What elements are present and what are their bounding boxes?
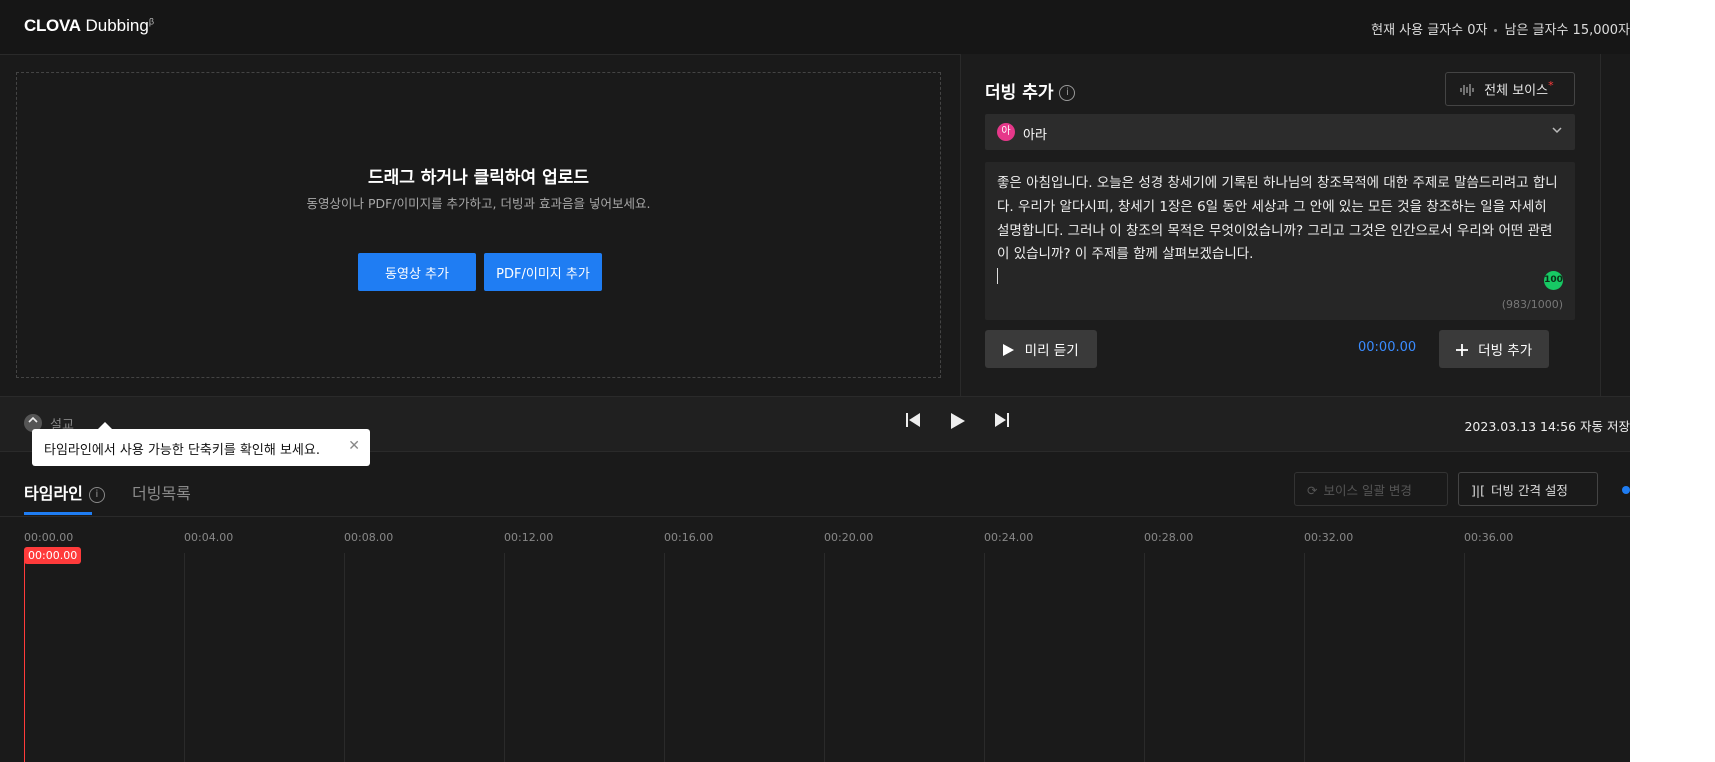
tick-label: 00:04.00	[184, 531, 234, 544]
upload-description: 동영상이나 PDF/이미지를 추가하고, 더빙과 효과음을 넣어보세요.	[306, 196, 651, 211]
timeline-info-icon[interactable]: i	[88, 486, 105, 503]
voice-select-dropdown[interactable]: 아 아라	[985, 114, 1575, 150]
dub-script-textarea[interactable]: 좋은 아침입니다. 오늘은 성경 창세기에 기록된 하나님의 창조목적에 대한 …	[985, 162, 1575, 320]
timeline-gridline	[984, 553, 985, 762]
active-tab-indicator	[24, 512, 92, 515]
clova-dubbing-logo[interactable]: CLOVA Dubbingβ	[24, 16, 154, 36]
usage-current: 현재 사용 글자수 0자	[1371, 23, 1488, 38]
top-header: CLOVA Dubbingβ 현재 사용 글자수 0자 남은 글자수 15,000…	[0, 0, 1630, 55]
preview-listen-button[interactable]: 미리 듣기	[985, 330, 1097, 368]
waveform-icon	[1460, 83, 1478, 99]
add-pdf-image-button[interactable]: PDF/이미지 추가	[484, 253, 602, 291]
timeline-gridline	[1144, 553, 1145, 762]
character-usage: 현재 사용 글자수 0자 남은 글자수 15,000자	[1371, 19, 1630, 38]
voice-avatar: 아	[997, 123, 1015, 141]
autosave-status: 2023.03.13 14:56 자동 저장	[1464, 419, 1630, 434]
skip-next-icon[interactable]	[995, 412, 1009, 433]
dub-duration: 00:00.00	[1358, 340, 1417, 355]
voice-bulk-change-button[interactable]: ⟳ 보이스 일괄 변경	[1294, 472, 1448, 506]
timeline-area[interactable]: 00:00.00 00:04.00 00:08.00 00:12.00 00:1…	[0, 517, 1630, 762]
text-cursor	[997, 268, 998, 284]
playhead-time-badge[interactable]: 00:00.00	[24, 547, 82, 564]
logo-beta: β	[148, 16, 154, 27]
play-pause-icon[interactable]	[950, 412, 966, 435]
tick-label: 00:12.00	[504, 531, 554, 544]
all-voice-required-mark: *	[1548, 79, 1554, 93]
close-icon[interactable]: ✕	[348, 438, 360, 454]
upload-title: 드래그 하거나 클릭하여 업로드	[367, 168, 590, 188]
refresh-icon: ⟳	[1307, 482, 1318, 498]
notification-dot	[1622, 486, 1630, 494]
add-dub-button[interactable]: 더빙 추가	[1439, 330, 1549, 368]
chevron-down-icon	[1551, 124, 1563, 139]
all-voice-button[interactable]: 전체 보이스*	[1445, 72, 1575, 106]
separator-dot	[1494, 29, 1498, 32]
shortcut-tooltip: 타임라인에서 사용 가능한 단축키를 확인해 보세요. ✕	[32, 422, 370, 466]
usage-remaining: 남은 글자수 15,000자	[1504, 23, 1630, 38]
plus-icon	[1455, 343, 1478, 359]
tick-label: 00:36.00	[1464, 531, 1514, 544]
timeline-gridline	[1304, 553, 1305, 762]
tick-label: 00:08.00	[344, 531, 394, 544]
tick-label: 00:24.00	[984, 531, 1034, 544]
add-video-button[interactable]: 동영상 추가	[358, 253, 476, 291]
tab-timeline[interactable]: 타임라인 i	[24, 480, 105, 504]
playhead-line[interactable]	[24, 553, 25, 762]
upload-dropzone[interactable]: 드래그 하거나 클릭하여 업로드 동영상이나 PDF/이미지를 추가하고, 더빙…	[16, 72, 941, 378]
dub-interval-label: 더빙 간격 설정	[1490, 482, 1568, 498]
timeline-gridline	[504, 553, 505, 762]
timeline-gridline	[824, 553, 825, 762]
timeline-gridline	[184, 553, 185, 762]
voice-bulk-change-label: 보이스 일괄 변경	[1323, 482, 1412, 498]
tab-timeline-label: 타임라인	[24, 484, 83, 503]
tooltip-text: 타임라인에서 사용 가능한 단축키를 확인해 보세요.	[44, 443, 320, 458]
timeline-gridline	[664, 553, 665, 762]
dub-add-title-text: 더빙 추가	[985, 83, 1054, 103]
dub-interval-settings-button[interactable]: ]|[ 더빙 간격 설정	[1458, 472, 1598, 506]
tick-label: 00:20.00	[824, 531, 874, 544]
preview-listen-label: 미리 듣기	[1024, 343, 1079, 359]
timeline-gridline	[344, 553, 345, 762]
all-voice-label: 전체 보이스	[1484, 83, 1549, 99]
info-icon[interactable]: i	[1059, 85, 1076, 101]
app-window: CLOVA Dubbingβ 현재 사용 글자수 0자 남은 글자수 15,000…	[0, 0, 1630, 762]
dub-script-text: 좋은 아침입니다. 오늘은 성경 창세기에 기록된 하나님의 창조목적에 대한 …	[997, 175, 1558, 263]
voice-name: 아라	[1023, 128, 1047, 143]
play-icon	[1003, 343, 1024, 359]
tab-dub-list[interactable]: 더빙목록	[132, 480, 191, 504]
timeline-gridline	[1464, 553, 1465, 762]
tick-label: 00:16.00	[664, 531, 714, 544]
quality-score-badge: 100	[1544, 271, 1563, 290]
tick-label: 00:28.00	[1144, 531, 1194, 544]
logo-main: CLOVA	[24, 16, 81, 35]
tick-label: 00:00.00	[24, 531, 74, 544]
add-dub-label: 더빙 추가	[1478, 343, 1533, 359]
dub-add-title: 더빙 추가 i	[985, 78, 1076, 103]
logo-sub: Dubbing	[85, 16, 149, 35]
tick-label: 00:32.00	[1304, 531, 1354, 544]
character-counter: (983/1000)	[1501, 298, 1563, 311]
right-side-panel	[1600, 54, 1630, 396]
dub-add-panel: 더빙 추가 i 전체 보이스* 아 아라 좋은 아침입니다. 오늘은 성경 창세기…	[960, 54, 1601, 396]
skip-previous-icon[interactable]	[906, 412, 920, 433]
interval-icon: ]|[	[1471, 482, 1485, 498]
